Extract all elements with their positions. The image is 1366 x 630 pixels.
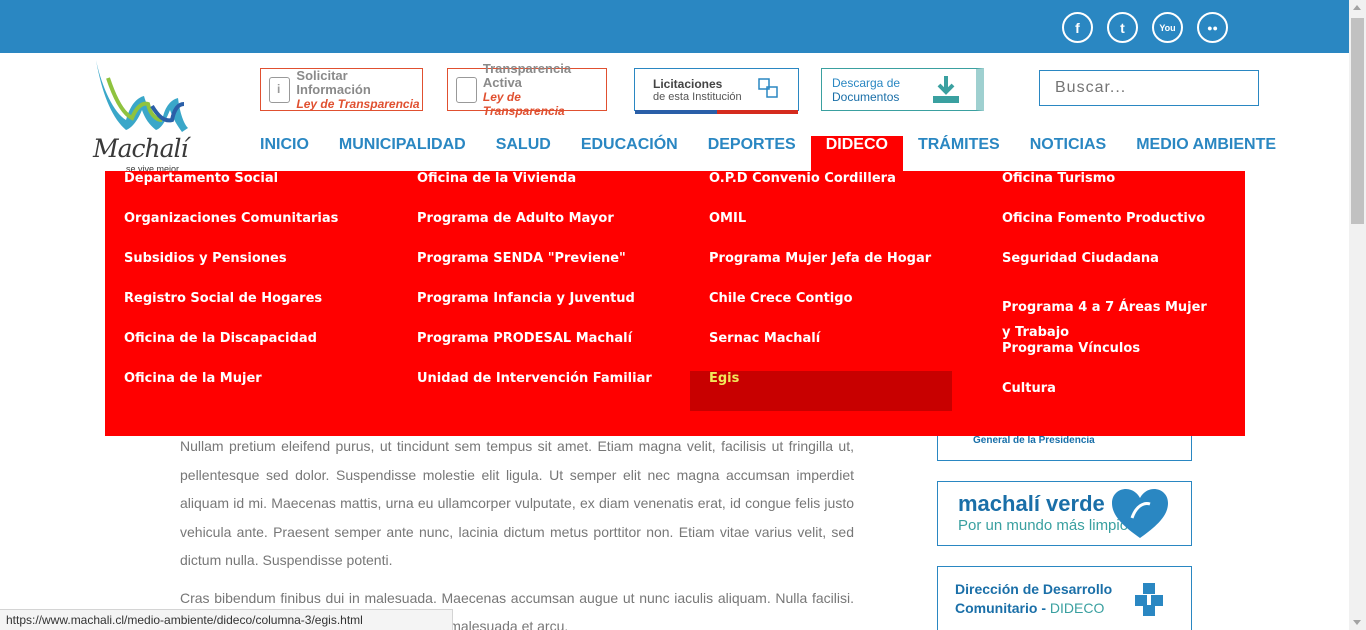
nav-salud[interactable]: SALUD [481,136,566,171]
dideco-acronym: DIDECO [1049,600,1105,616]
facebook-icon[interactable]: f [1062,12,1093,43]
menu-item[interactable]: Oficina de la Vivienda [398,171,671,211]
gov-banner-text: General de la Presidencia [973,435,1095,446]
menu-item[interactable]: Organizaciones Comunitarias [105,211,357,251]
heart-icon [1112,489,1168,538]
nav-tramites[interactable]: TRÁMITES [903,136,1015,171]
nav-medio-ambiente[interactable]: MEDIO AMBIENTE [1121,136,1291,171]
tenders-link-line1: Licitaciones [653,76,723,91]
nav-municipalidad[interactable]: MUNICIPALIDAD [324,136,481,171]
downloads-link-line1: Descarga de [832,75,901,90]
top-bar: f t You ●● [0,0,1349,53]
menu-item[interactable]: O.P.D Convenio Cordillera [690,171,952,211]
scroll-down-icon[interactable] [1353,620,1361,625]
menu-item[interactable]: Programa Infancia y Juventud [398,291,671,331]
menu-column-2: Oficina de la Vivienda Programa de Adult… [398,171,671,411]
verde-subtitle: Por un mundo más limpio [958,517,1129,534]
menu-item[interactable]: Oficina Fomento Productivo [983,211,1233,251]
info-icon: i [269,76,291,103]
menu-item[interactable]: Departamento Social [105,171,357,211]
dideco-line2: Comunitario - DIDECO [955,600,1104,616]
nav-inicio[interactable]: INICIO [245,136,324,171]
dideco-mega-menu: Departamento Social Organizaciones Comun… [105,171,1245,436]
menu-item[interactable]: Programa Mujer Jefa de Hogar [690,251,952,291]
machali-verde-banner[interactable]: machalí verde Por un mundo más limpio [937,481,1192,546]
logo-wordmark: Machalí [93,134,189,163]
article-content: Nullam pretium eleifend purus, ut tincid… [180,432,854,630]
main-nav: INICIO MUNICIPALIDAD SALUD EDUCACIÓN DEP… [245,136,1291,171]
dideco-banner[interactable]: Dirección de Desarrollo Comunitario - DI… [937,566,1192,630]
menu-item[interactable]: Registro Social de Hogares [105,291,357,331]
menu-item[interactable]: Programa Vínculos [983,341,1233,381]
social-links: f t You ●● [1062,12,1228,43]
youtube-icon[interactable]: You [1152,12,1183,43]
menu-column-4: Oficina Turismo Oficina Fomento Producti… [983,171,1233,421]
menu-item[interactable]: Programa de Adulto Mayor [398,211,671,251]
transparency-link-line2: Ley de Transparencia [482,89,565,118]
menu-item[interactable]: Oficina Turismo [983,171,1233,211]
dideco-line2-text: Comunitario - [955,600,1050,616]
menu-item[interactable]: Unidad de Intervención Familiar [398,371,671,411]
menu-item[interactable]: Programa 4 a 7 Áreas Mujer y Trabajo [983,291,1233,341]
cubes-icon [1135,583,1163,616]
info-link-line2: Ley de Transparencia [296,96,420,111]
menu-item[interactable]: Seguridad Ciudadana [983,251,1233,291]
transparency-link-line1: Transparencia Activa [482,60,572,90]
menu-item[interactable]: OMIL [690,211,952,251]
document-icon [456,76,477,103]
menu-item[interactable]: Oficina de la Discapacidad [105,331,357,371]
verde-title: machalí verde [958,491,1105,516]
nav-educacion[interactable]: EDUCACIÓN [566,136,693,171]
downloads-link-line2: Documentos [832,89,900,104]
dideco-line1: Dirección de Desarrollo [955,581,1113,597]
menu-column-3: O.P.D Convenio Cordillera OMIL Programa … [690,171,952,411]
menu-item-egis-hovered[interactable]: Egis [690,371,952,411]
menu-item[interactable]: Programa PRODESAL Machalí [398,331,671,371]
download-icon [933,76,959,103]
info-link-line1: Solicitar Información [296,67,371,97]
menu-item[interactable]: Sernac Machalí [690,331,952,371]
flickr-icon[interactable]: ●● [1197,12,1228,43]
page: f t You ●● Machalí se vive mejor i Solic… [0,0,1366,630]
tenders-icon [758,78,778,98]
nav-deportes[interactable]: DEPORTES [693,136,811,171]
paragraph: Nullam pretium eleifend purus, ut tincid… [180,438,854,568]
twitter-icon[interactable]: t [1107,12,1138,43]
nav-dideco[interactable]: DIDECO [810,136,903,171]
tenders-link[interactable]: Licitaciones de esta Institución [634,68,799,114]
menu-item[interactable]: Programa SENDA "Previene" [398,251,671,291]
transparency-link[interactable]: Transparencia Activa Ley de Transparenci… [447,61,607,118]
menu-item[interactable]: Cultura [983,381,1233,421]
menu-item[interactable]: Subsidios y Pensiones [105,251,357,291]
flag-stripe [635,110,798,114]
menu-item[interactable]: Oficina de la Mujer [105,371,357,411]
downloads-link[interactable]: Descarga de Documentos [821,68,984,111]
nav-noticias[interactable]: NOTICIAS [1015,136,1121,171]
vertical-scrollbar[interactable] [1349,0,1366,630]
menu-item[interactable]: Chile Crece Contigo [690,291,952,331]
status-bar-url: https://www.machali.cl/medio-ambiente/di… [0,609,453,630]
scroll-up-icon[interactable] [1353,5,1361,10]
search-input[interactable] [1039,70,1259,106]
tenders-link-line2: de esta Institución [653,90,742,103]
menu-column-1: Departamento Social Organizaciones Comun… [105,171,357,411]
scroll-thumb[interactable] [1351,18,1364,224]
info-request-link[interactable]: i Solicitar Información Ley de Transpare… [260,68,423,111]
